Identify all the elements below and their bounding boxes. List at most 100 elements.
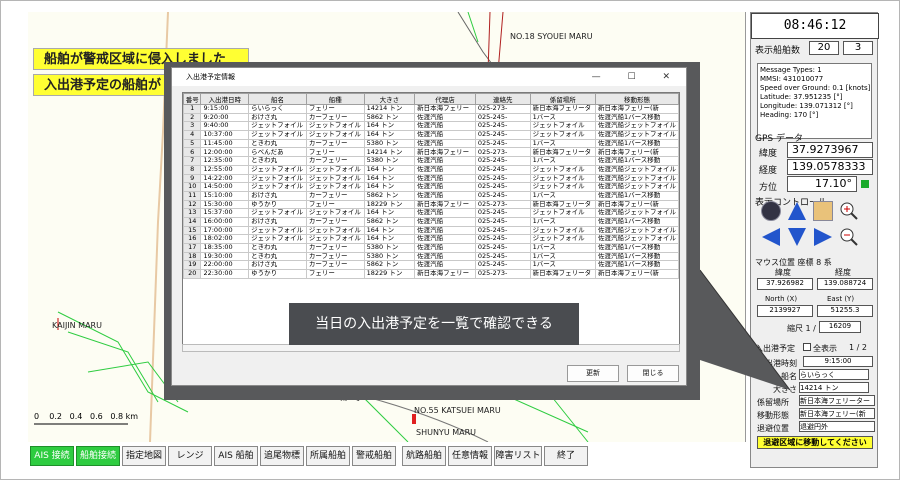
ship-label[interactable]: KAIJIN MARU [52,321,102,330]
column-header[interactable]: 移動形態 [594,93,679,105]
table-cell: 14:22:00 [200,173,250,184]
ship-count: 20 [809,41,839,55]
table-row[interactable]: 1 9:15:00 らいらっく フェリー 14214 トン 新日本海フェリー 025-273… [183,104,679,114]
arrow-up-icon[interactable] [787,201,807,221]
ship-label[interactable]: SHUNYU MARU [416,428,476,437]
table-row[interactable]: 3 9:40:00 ジェットフォイル ジェットフォイル 164 トン 佐渡汽船 025-24… [183,121,679,132]
column-header[interactable]: 連絡先 [474,93,531,105]
column-header[interactable]: 係留場所 [529,93,596,105]
zoom-out-icon[interactable] [839,227,859,247]
move-label: 移動形態 [757,411,789,420]
table-cell: 佐渡汽船 [414,216,476,227]
table-row[interactable]: 11 15:10:00 おけさ丸 カーフェリー 5862 トン 佐渡汽船 025-245- 1… [183,190,679,201]
ais-ship-button[interactable]: AIS 船舶 [214,446,258,466]
own-ship-button[interactable]: 所属船舶 [306,446,350,466]
table-row[interactable]: 17 18:35:00 ときわ丸 カーフェリー 5380 トン 佐渡汽船 025-245- 1… [183,243,679,253]
column-header[interactable]: 番号 [183,93,202,105]
tracking-button[interactable]: 追尾物標 [260,446,304,466]
table-cell: 14214 トン [363,104,416,114]
table-row[interactable]: 6 12:00:00 らべんだあ フェリー 14214 トン 新日本海フェリー 025-27… [183,147,679,158]
size-label: 大きさ [773,385,797,394]
table-row[interactable]: 5 11:45:00 ときわ丸 カーフェリー 5380 トン 佐渡汽船 025-245- 1バ… [183,138,679,149]
ship-center-icon[interactable] [813,201,833,221]
plan-title: 入出港予定 [755,344,795,353]
table-cell: 佐渡汽船 [414,225,476,236]
table-cell: 11:45:00 [200,138,250,149]
table-cell: 新日本海フェリー [414,199,476,210]
zoom-in-icon[interactable] [839,201,859,221]
info-button[interactable]: 任意情報 [448,446,492,466]
table-row[interactable]: 4 10:37:00 ジェットフォイル ジェットフォイル 164 トン 佐渡汽船 025-2… [183,130,679,140]
table-cell: 15:37:00 [200,208,250,218]
mouse-lon: 139.088724 [817,278,873,290]
table-row[interactable]: 14 16:00:00 おけさ丸 カーフェリー 5862 トン 佐渡汽船 025-245- 1… [183,216,679,227]
table-cell: 11 [183,190,202,201]
table-cell: 佐渡汽船1バース移動 [594,216,679,227]
column-header[interactable]: 大きさ [363,93,416,105]
ais-connect-button[interactable]: AIS 接続 [30,446,74,466]
table-row[interactable]: 15 17:00:00 ジェットフォイル ジェットフォイル 164 トン 佐渡汽船 025-… [183,225,679,236]
table-cell: 1バース [529,138,596,149]
table-row[interactable]: 20 22:30:00 ゆうかり フェリー 18229 トン 新日本海フェリー 025-27… [183,269,679,279]
table-cell: 佐渡汽船1バース移動 [594,112,679,123]
table-row[interactable]: 18 19:30:00 ときわ丸 カーフェリー 5380 トン 佐渡汽船 025-245- 1… [183,251,679,262]
table-cell: ジェットフォイル [248,130,307,140]
table-cell: 025-273- [474,147,531,158]
table-cell: 164 トン [363,164,416,175]
horizontal-scrollbar[interactable] [182,344,680,352]
table-cell: カーフェリー [305,112,365,123]
table-row[interactable]: 19 22:00:00 おけさ丸 カーフェリー 5862 トン 佐渡汽船 025-245- 1… [183,260,679,271]
all-show-checkbox[interactable] [803,343,811,351]
arrow-down-icon[interactable] [787,227,807,247]
table-cell: カーフェリー [305,156,365,166]
table-cell: 18 [183,251,202,262]
fault-list-button[interactable]: 障害リスト [494,446,542,466]
route-ship-button[interactable]: 航路船舶 [402,446,446,466]
ship-label[interactable]: NO.18 SYOUEI MARU [510,32,593,41]
close-button[interactable]: 閉じる [627,365,679,382]
table-row[interactable]: 12 15:30:00 ゆうかり フェリー 18229 トン 新日本海フェリー 025-27… [183,199,679,210]
table-cell: ジェットフォイル [529,234,596,244]
table-cell: 14 [183,216,202,227]
table-row[interactable]: 13 15:37:00 ジェットフォイル ジェットフォイル 164 トン 佐渡汽船 025-… [183,208,679,218]
table-cell: ときわ丸 [248,138,307,149]
window-controls[interactable]: — ☐ ✕ [592,68,682,86]
table-cell: 025-245- [474,121,531,132]
table-cell: ジェットフォイル [305,173,365,184]
table-row[interactable]: 8 12:55:00 ジェットフォイル ジェットフォイル 164 トン 佐渡汽船 025-2… [183,164,679,175]
table-cell: ジェットフォイル [305,164,365,175]
table-cell: 佐渡汽船 [414,190,476,201]
ship-connect-button[interactable]: 船舶接続 [76,446,120,466]
table-cell: ジェットフォイル [305,225,365,236]
column-header[interactable]: 代理店 [414,93,476,105]
table-row[interactable]: 10 14:50:00 ジェットフォイル ジェットフォイル 164 トン 佐渡汽船 025-… [183,182,679,192]
side-panel: 08:46:12 表示船舶数 20 3 Message Types: 1 MMS… [750,12,879,468]
exit-button[interactable]: 終了 [544,446,588,466]
table-row[interactable]: 16 18:02:00 ジェットフォイル ジェットフォイル 164 トン 佐渡汽船 025-… [183,234,679,244]
table-cell: 5 [183,138,202,149]
range-button[interactable]: レンジ [168,446,212,466]
scale-label: 縮尺 1 / [787,324,816,333]
alert-ship-button[interactable]: 警戒船舶 [352,446,396,466]
column-header[interactable]: 船種 [305,93,365,105]
table-cell: 新日本海フェリータ [529,147,596,158]
table-cell: 164 トン [363,225,416,236]
table-row[interactable]: 9 14:22:00 ジェットフォイル ジェットフォイル 164 トン 佐渡汽船 025-2… [183,173,679,184]
map-scale: 0 0.2 0.4 0.6 0.8 km [34,412,138,421]
table-row[interactable]: 7 12:35:00 ときわ丸 カーフェリー 5380 トン 佐渡汽船 025-245- 1バ… [183,156,679,166]
arrow-right-icon[interactable] [813,227,833,247]
move-value: 新日本海フェリー(新 [799,408,875,419]
scale-label: 0.6 [90,412,103,421]
mouse-lat: 37.926982 [757,278,813,290]
column-header[interactable]: 船名 [248,93,307,105]
update-button[interactable]: 更新 [567,365,619,382]
compass-icon[interactable] [761,201,781,221]
column-header[interactable]: 入出港日時 [200,93,250,105]
arrow-left-icon[interactable] [761,227,781,247]
map-select-button[interactable]: 指定地図 [122,446,166,466]
table-row[interactable]: 2 9:20:00 おけさ丸 カーフェリー 5862 トン 佐渡汽船 025-245- 1バー… [183,112,679,123]
table-cell: 19 [183,260,202,271]
table-cell: 025-245- [474,234,531,244]
table-cell: 1バース [529,251,596,262]
ship-label[interactable]: NO.55 KATSUEI MARU [414,406,501,415]
